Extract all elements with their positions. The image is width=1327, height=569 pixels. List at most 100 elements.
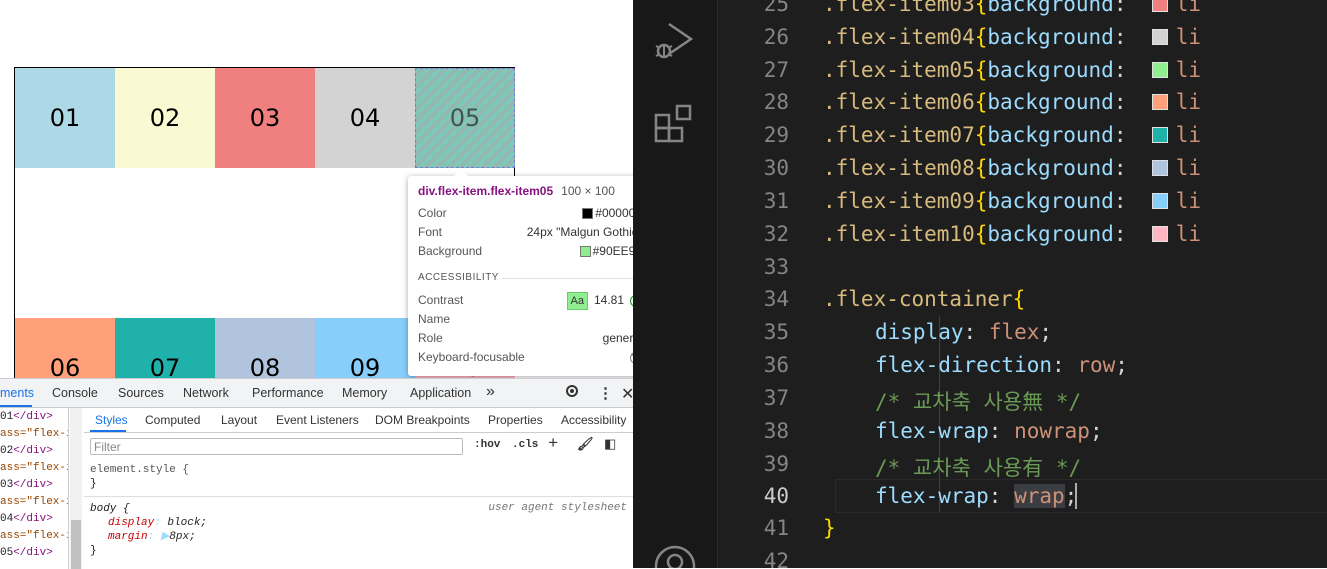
tooltip-color-row: Color #000000 bbox=[418, 205, 633, 221]
toggle-sidebar-icon[interactable]: ◧ bbox=[604, 437, 616, 452]
css-value: li bbox=[1175, 156, 1202, 180]
css-property: background bbox=[987, 90, 1114, 114]
dom-tree-line[interactable]: ass="flex-i bbox=[0, 528, 69, 545]
tab-application[interactable]: Application bbox=[410, 386, 471, 400]
brace: { bbox=[974, 25, 988, 49]
contrast-badge: Aa bbox=[566, 292, 588, 310]
rule-close-brace: } bbox=[90, 478, 97, 490]
flex-item-08: 08 bbox=[215, 318, 315, 378]
dom-tree-line[interactable]: 01</div> bbox=[0, 409, 53, 426]
line-number: 32 bbox=[763, 222, 789, 246]
subtab-accessibility[interactable]: Accessibility bbox=[561, 413, 626, 427]
dom-text: 03 bbox=[0, 479, 14, 491]
tab-sources[interactable]: Sources bbox=[118, 386, 164, 400]
brace: { bbox=[974, 189, 988, 213]
style-declaration[interactable]: display: block; bbox=[108, 516, 207, 530]
subtab-dom-breakpoints[interactable]: DOM Breakpoints bbox=[375, 413, 470, 427]
code-editor-window: 25 .flex-item03{background: li 26 .flex-… bbox=[633, 0, 1327, 568]
close-icon[interactable]: ✕ bbox=[621, 384, 633, 404]
line-number: 42 bbox=[763, 549, 789, 568]
scrollbar-thumb[interactable] bbox=[71, 520, 81, 569]
tab-elements[interactable]: ments bbox=[0, 386, 34, 400]
color-swatch-icon[interactable] bbox=[1151, 160, 1168, 176]
dom-tree-line[interactable]: ass="flex-i bbox=[0, 426, 68, 443]
line-number: 31 bbox=[763, 189, 789, 213]
flex-item-label: 07 bbox=[149, 354, 181, 378]
paint-brush-icon[interactable]: 🖌 bbox=[577, 437, 594, 452]
styles-filter-input[interactable]: Filter bbox=[90, 438, 463, 455]
css-property: background bbox=[987, 58, 1114, 82]
tab-performance[interactable]: Performance bbox=[252, 386, 324, 400]
color-swatch-icon[interactable] bbox=[1151, 127, 1168, 143]
style-declaration[interactable]: margin: ▶8px; bbox=[108, 530, 196, 544]
dom-tree-line[interactable]: ass="flex-i bbox=[0, 494, 68, 511]
color-swatch-icon[interactable] bbox=[1151, 193, 1168, 209]
tab-memory[interactable]: Memory bbox=[342, 386, 387, 400]
class-toggle[interactable]: .cls bbox=[512, 439, 538, 451]
element-style-rule[interactable]: element.style { bbox=[90, 463, 189, 477]
kebab-menu-icon[interactable]: ⋮ bbox=[598, 384, 613, 402]
css-property: background bbox=[987, 222, 1114, 246]
subtab-computed[interactable]: Computed bbox=[145, 413, 200, 427]
color-swatch-icon[interactable] bbox=[1151, 29, 1168, 45]
more-tabs-chevron-icon[interactable]: » bbox=[486, 383, 495, 401]
body-rule-selector[interactable]: body { bbox=[90, 502, 130, 516]
dom-tree-line[interactable]: 05</div> bbox=[0, 545, 53, 562]
run-debug-icon[interactable] bbox=[651, 18, 697, 64]
code-area[interactable]: 25 .flex-item03{background: li 26 .flex-… bbox=[717, 0, 1327, 568]
dom-tree-line[interactable]: 02</div> bbox=[0, 443, 53, 460]
subtab-properties[interactable]: Properties bbox=[488, 413, 543, 427]
color-swatch-icon[interactable] bbox=[1151, 94, 1168, 110]
flex-item-05-highlighted[interactable]: 05 bbox=[415, 68, 515, 168]
css-value-highlighted: wrap bbox=[1014, 484, 1065, 508]
css-property: background bbox=[987, 0, 1114, 16]
tab-console[interactable]: Console bbox=[52, 386, 98, 400]
add-rule-plus-icon[interactable]: + bbox=[548, 435, 558, 454]
subtab-event-listeners[interactable]: Event Listeners bbox=[276, 413, 359, 427]
line-number: 29 bbox=[763, 123, 789, 147]
subtab-styles[interactable]: Styles bbox=[95, 413, 128, 427]
dom-tree-line[interactable]: 03</div> bbox=[0, 477, 53, 494]
code-line: flex-direction: row; bbox=[875, 353, 1128, 377]
color-swatch-icon[interactable] bbox=[1151, 0, 1168, 12]
css-selector: .flex-item09 bbox=[823, 189, 975, 213]
dom-tree-line[interactable]: ass="flex-i bbox=[0, 460, 68, 477]
color-swatch-icon[interactable] bbox=[1151, 226, 1168, 242]
flex-item-label: 06 bbox=[49, 354, 81, 378]
tab-network[interactable]: Network bbox=[183, 386, 229, 400]
dom-tree-scrollbar[interactable] bbox=[70, 408, 82, 569]
brace: { bbox=[974, 123, 988, 147]
css-property: background bbox=[987, 25, 1114, 49]
code-line: .flex-item06{background: li bbox=[823, 90, 1202, 114]
dom-text: 04 bbox=[0, 513, 14, 525]
flex-item-01: 01 bbox=[15, 68, 115, 168]
styles-sub-tab-bar: Styles Computed Layout Event Listeners D… bbox=[84, 408, 633, 433]
code-line: .flex-item10{background: li bbox=[823, 222, 1202, 246]
code-line: .flex-item04{background: li bbox=[823, 25, 1202, 49]
brace: { bbox=[974, 222, 988, 246]
line-number: 36 bbox=[763, 353, 789, 377]
flex-item-label: 08 bbox=[249, 354, 281, 378]
hover-state-toggle[interactable]: :hov bbox=[474, 439, 500, 451]
css-property: background bbox=[987, 189, 1114, 213]
settings-gear-icon[interactable] bbox=[566, 385, 578, 397]
dom-tag: </div> bbox=[13, 479, 53, 491]
flex-item-02: 02 bbox=[115, 68, 215, 168]
expand-triangle-icon[interactable]: ▶ bbox=[161, 531, 169, 543]
extensions-icon[interactable] bbox=[653, 102, 697, 146]
subtab-layout[interactable]: Layout bbox=[221, 413, 257, 427]
flex-item-label: 05 bbox=[449, 104, 481, 132]
tooltip-contrast-value-wrap: Aa 14.81 bbox=[518, 292, 633, 310]
tooltip-title: div.flex-item.flex-item05 100 × 100 bbox=[418, 184, 615, 198]
color-swatch-icon[interactable] bbox=[1151, 62, 1168, 78]
tooltip-accessibility-heading: ACCESSIBILITY bbox=[418, 272, 633, 283]
brace: { bbox=[974, 90, 988, 114]
account-icon[interactable] bbox=[653, 544, 697, 568]
code-line: .flex-item09{background: li bbox=[823, 189, 1202, 213]
declaration-value: block; bbox=[167, 517, 208, 529]
user-agent-stylesheet-label: user agent stylesheet bbox=[488, 502, 627, 514]
active-tab-indicator bbox=[0, 405, 32, 407]
line-number: 39 bbox=[763, 452, 789, 476]
dom-attr: ass="flex-i bbox=[0, 530, 69, 542]
dom-tree-line[interactable]: 04</div> bbox=[0, 511, 53, 528]
